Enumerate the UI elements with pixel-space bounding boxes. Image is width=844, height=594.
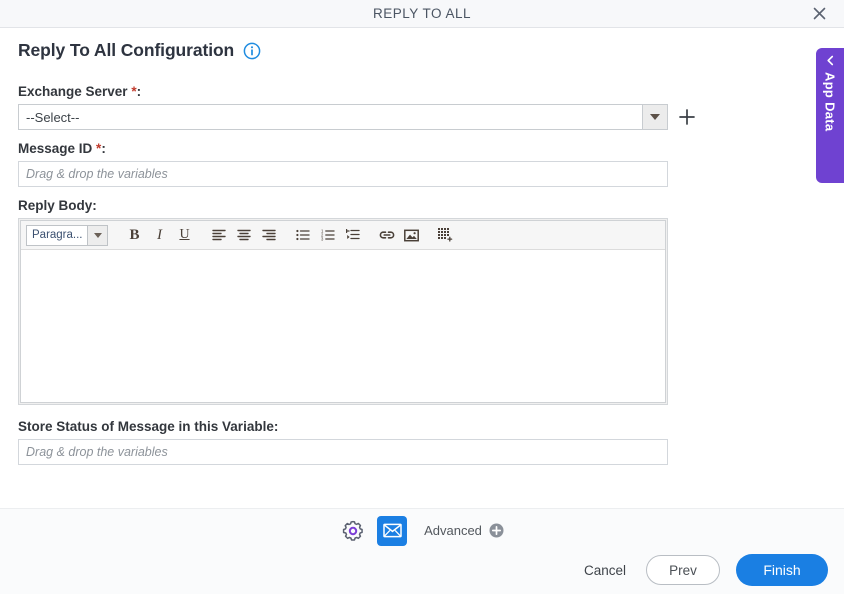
exchange-server-selected-value: --Select-- [26, 109, 80, 125]
store-status-input[interactable] [18, 439, 668, 465]
prev-button[interactable]: Prev [646, 555, 720, 585]
message-id-label: Message ID *: [18, 141, 718, 156]
page-title: Reply To All Configuration [18, 40, 235, 60]
message-id-label-text: Message ID [18, 141, 97, 156]
reply-body-editable-area[interactable] [21, 250, 665, 402]
align-right-icon [261, 229, 276, 241]
settings-button[interactable] [340, 518, 366, 544]
email-button[interactable] [377, 515, 408, 546]
add-exchange-server-button[interactable] [677, 107, 697, 127]
rich-text-editor-inner: Paragra... B I U 1 2 3 [20, 220, 666, 403]
insert-image-button[interactable] [399, 223, 424, 248]
underline-icon: U [179, 227, 190, 242]
caret-shape [650, 114, 660, 120]
plus-circle-icon [489, 523, 504, 538]
insert-table-button[interactable] [433, 223, 458, 248]
indent-button[interactable] [340, 223, 365, 248]
label-colon: : [136, 84, 142, 99]
paragraph-format-value: Paragra... [26, 224, 88, 246]
insert-link-button[interactable] [374, 223, 399, 248]
align-left-icon [211, 229, 226, 241]
app-data-label: App Data [822, 72, 838, 132]
exchange-server-label: Exchange Server *: [18, 84, 718, 99]
numbered-list-button[interactable]: 123 [315, 223, 340, 248]
align-center-button[interactable] [231, 223, 256, 248]
envelope-icon [382, 523, 402, 538]
dialog-titlebar: REPLY TO ALL [0, 0, 844, 28]
footer-toolbar: Advanced [0, 508, 844, 553]
bold-button[interactable]: B [122, 223, 147, 248]
underline-button[interactable]: U [172, 223, 197, 248]
italic-icon: I [157, 226, 162, 243]
exchange-server-select[interactable]: --Select-- [18, 104, 668, 130]
link-icon [379, 231, 394, 239]
dialog-title: REPLY TO ALL [372, 6, 472, 21]
store-status-label: Store Status of Message in this Variable… [18, 419, 279, 434]
numbered-list-icon: 123 [321, 229, 335, 241]
gear-icon [342, 520, 363, 541]
align-center-icon [236, 229, 251, 241]
field-reply-body: Reply Body: Paragra... B I U 1 2 3 [18, 198, 718, 405]
svg-text:3: 3 [321, 237, 324, 241]
indent-icon [345, 229, 360, 240]
rich-text-editor: Paragra... B I U 1 2 3 [18, 218, 668, 405]
chevron-down-icon[interactable] [88, 224, 108, 246]
editor-toolbar: Paragra... B I U 1 2 3 [21, 221, 665, 250]
configuration-form: Exchange Server *: --Select-- Message ID… [18, 84, 718, 476]
align-right-button[interactable] [256, 223, 281, 248]
image-icon [404, 229, 419, 241]
finish-button[interactable]: Finish [736, 554, 828, 586]
cancel-button[interactable]: Cancel [580, 557, 630, 584]
insert-table-icon [438, 228, 453, 242]
caret-shape [93, 232, 102, 238]
field-exchange-server: Exchange Server *: --Select-- [18, 84, 718, 130]
info-icon[interactable] [243, 42, 261, 60]
page-header: Reply To All Configuration [18, 40, 261, 61]
exchange-server-row: --Select-- [18, 104, 718, 130]
field-message-id: Message ID *: [18, 141, 718, 187]
reply-body-label: Reply Body: [18, 198, 97, 213]
footer-actions: Cancel Prev Finish [580, 554, 828, 586]
chevron-left-icon [826, 55, 833, 66]
close-button[interactable] [802, 0, 836, 27]
label-colon: : [101, 141, 106, 156]
advanced-label: Advanced [424, 523, 482, 538]
reply-to-all-dialog: REPLY TO ALL Reply To All Configuration … [0, 0, 844, 594]
close-icon [813, 7, 825, 20]
bold-icon: B [129, 226, 140, 243]
chevron-down-icon[interactable] [642, 105, 667, 129]
message-id-input[interactable] [18, 161, 668, 187]
exchange-server-label-text: Exchange Server [18, 84, 132, 99]
italic-button[interactable]: I [147, 223, 172, 248]
app-data-panel-toggle[interactable]: App Data [816, 48, 844, 183]
field-store-status: Store Status of Message in this Variable… [18, 419, 718, 465]
bullet-list-button[interactable] [290, 223, 315, 248]
advanced-toggle[interactable]: Advanced [424, 523, 504, 538]
plus-icon [679, 109, 695, 125]
bullet-list-icon [295, 229, 310, 241]
align-left-button[interactable] [206, 223, 231, 248]
paragraph-format-select[interactable]: Paragra... [26, 224, 108, 246]
